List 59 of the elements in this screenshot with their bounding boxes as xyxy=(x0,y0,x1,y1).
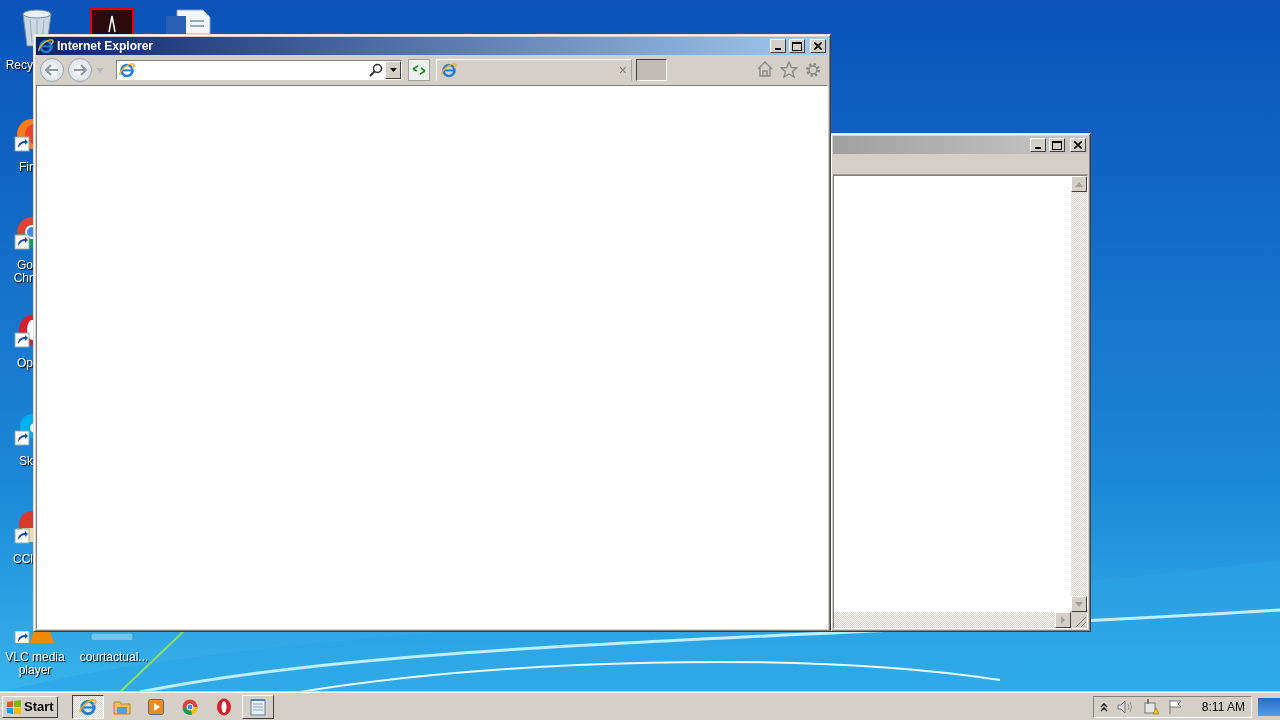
close-icon xyxy=(1074,141,1082,149)
network-warning-icon[interactable] xyxy=(1141,698,1160,715)
icon-label: Sk xyxy=(18,455,33,468)
chevron-up-icon[interactable] xyxy=(1099,701,1108,712)
show-desktop-button[interactable] xyxy=(1258,697,1280,716)
file-icon[interactable] xyxy=(90,631,134,640)
browser-logo-icon xyxy=(441,62,457,78)
icon-label: CCl xyxy=(12,553,33,566)
windows-logo-icon xyxy=(6,699,22,714)
icon-label: VLC media player xyxy=(4,651,66,677)
back-button[interactable] xyxy=(40,58,64,82)
maximize-button[interactable] xyxy=(1049,138,1065,152)
folder-icon xyxy=(112,698,131,715)
address-field[interactable] xyxy=(116,60,402,80)
arrow-right-icon xyxy=(73,64,87,76)
play-icon xyxy=(147,698,164,715)
notepad-icon xyxy=(249,697,266,716)
scroll-down-button[interactable] xyxy=(1071,596,1087,612)
close-button[interactable] xyxy=(1070,138,1086,152)
icon-label: Recy xyxy=(4,59,33,72)
triangle-up-icon xyxy=(1075,181,1083,187)
icon-label: Op xyxy=(16,357,33,370)
browser-logo-icon xyxy=(38,38,54,54)
arrow-left-icon xyxy=(45,64,59,76)
search-icon[interactable] xyxy=(369,63,383,77)
clock[interactable]: 8:11 AM xyxy=(1201,699,1245,714)
maximize-button[interactable] xyxy=(789,39,805,53)
maximize-icon xyxy=(792,41,802,51)
speaker-icon[interactable] xyxy=(1115,699,1134,714)
minimize-button[interactable] xyxy=(770,39,786,53)
refresh-button[interactable] xyxy=(408,59,430,81)
arrows-icon xyxy=(412,64,426,76)
window-title: Internet Explorer xyxy=(57,39,154,53)
forward-button[interactable] xyxy=(68,58,92,82)
close-button[interactable] xyxy=(810,39,826,53)
star-icon[interactable] xyxy=(780,61,798,78)
scroll-up-button[interactable] xyxy=(1071,176,1087,192)
start-button[interactable]: Start xyxy=(2,695,58,718)
maximize-icon xyxy=(1052,140,1062,150)
icon-label: courtactual... xyxy=(78,651,150,664)
document-icon[interactable] xyxy=(165,8,211,34)
app-icon xyxy=(215,697,232,716)
resize-grip-icon[interactable] xyxy=(1071,612,1087,628)
caret-icon xyxy=(389,68,397,72)
close-icon xyxy=(814,42,822,50)
taskbar-button[interactable] xyxy=(71,694,104,719)
triangle-right-icon xyxy=(1060,616,1066,624)
document-icon[interactable] xyxy=(90,8,134,34)
browser-logo-icon xyxy=(119,62,135,78)
flag-icon[interactable] xyxy=(1167,698,1184,715)
icon-label: Fir xyxy=(18,161,33,174)
scroll-right-button[interactable] xyxy=(1055,612,1071,628)
app-icon xyxy=(181,698,198,715)
dropdown-button[interactable] xyxy=(385,61,401,79)
triangle-down-icon xyxy=(1075,601,1083,607)
minimize-button[interactable] xyxy=(1030,138,1046,152)
browser-logo-icon xyxy=(78,697,97,716)
new-tab-button[interactable] xyxy=(636,59,667,81)
icon-label: Go Chr xyxy=(12,259,33,285)
